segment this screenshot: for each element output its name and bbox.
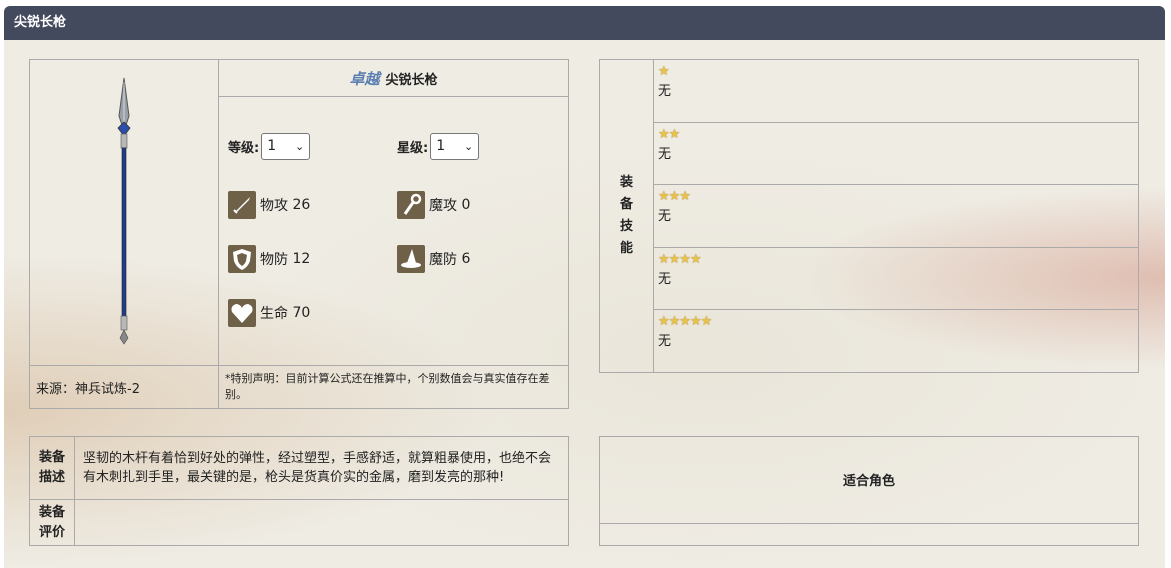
skill-row: ★★★ 无 [653,184,1139,248]
chevron-down-icon: ⌄ [294,140,305,153]
quality-badge: 卓越 [349,69,380,88]
star-icon: ★ [658,64,670,79]
stat-physical-defense: 物防 12 [228,245,310,273]
stats-cell: 等级: 1 ⌄ 星级: 1 ⌄ 物攻 26 魔攻 0 物防 12 魔防 6 生命… [218,96,569,366]
spear-image [117,77,131,345]
star-icon: ★★★★ [658,251,702,267]
suitable-list [599,522,1139,547]
equipment-info-table: 卓越 尖锐长枪 等级: 1 ⌄ 星级: 1 ⌄ 物攻 26 魔攻 0 物防 12… [29,59,569,409]
star-icon: ★★ [658,126,680,142]
star-row: 星级: 1 ⌄ [397,133,480,160]
weapon-title-cell: 卓越 尖锐长枪 [218,59,569,97]
disclaimer-note: *特别声明：目前计算公式还在推算中，个别数值会与真实值存在差别。 [218,365,569,409]
skill-row: ★★★★★ 无 [653,309,1139,373]
star-icon: ★★★ [658,189,691,205]
skill-row: ★★★★ 无 [653,246,1139,311]
star-select[interactable]: 1 ⌄ [430,133,480,160]
description-label: 装备 描述 [29,436,75,500]
stat-physical-attack: 物攻 26 [228,191,310,219]
stat-hp: 生命 70 [228,299,310,327]
shield-icon [228,245,256,273]
description-table: 装备 描述 坚韧的木杆有着恰到好处的弹性，经过塑型，手感舒适，就算粗暴使用，也绝不… [29,436,569,546]
rating-text [74,499,569,546]
rating-label: 装备 评价 [29,499,75,546]
star-icon: ★★★★★ [658,314,712,330]
level-select[interactable]: 1 ⌄ [261,133,311,160]
stat-magic-defense: 魔防 6 [397,245,470,273]
star-label: 星级: [397,141,429,156]
skill-row: ★★ 无 [653,121,1139,186]
description-text: 坚韧的木杆有着恰到好处的弹性，经过塑型，手感舒适，就算粗暴使用，也绝不会有木刺扎… [74,436,569,500]
equipment-panel: 尖锐长枪 卓越 尖锐长枪 等级: 1 ⌄ 星级: 1 ⌄ 物攻 26 魔攻 0 … [4,6,1165,568]
staff-icon [397,191,425,219]
level-row: 等级: 1 ⌄ [228,133,311,160]
weapon-name: 尖锐长枪 [385,72,438,88]
sword-icon [228,191,256,219]
suitable-label: 适合角色 [599,436,1139,524]
level-label: 等级: [228,141,260,156]
panel-title: 尖锐长枪 [4,6,1165,40]
skills-label: 装备技能 [599,59,654,373]
stat-magic-attack: 魔攻 0 [397,191,470,219]
equipment-skills-table: 装备技能 ★ 无 ★★ 无 ★★★ 无 ★★★★ 无 ★★★★★ 无 [599,59,1139,373]
wizard-hat-icon [397,245,425,273]
weapon-image-cell [29,59,219,366]
chevron-down-icon: ⌄ [463,140,474,153]
source-cell: 来源：神兵试炼-2 [29,365,219,409]
suitable-characters-table: 适合角色 [599,436,1139,547]
heart-icon [228,299,256,327]
panel-body: 卓越 尖锐长枪 等级: 1 ⌄ 星级: 1 ⌄ 物攻 26 魔攻 0 物防 12… [4,40,1165,568]
skill-row: ★ 无 [653,59,1139,123]
